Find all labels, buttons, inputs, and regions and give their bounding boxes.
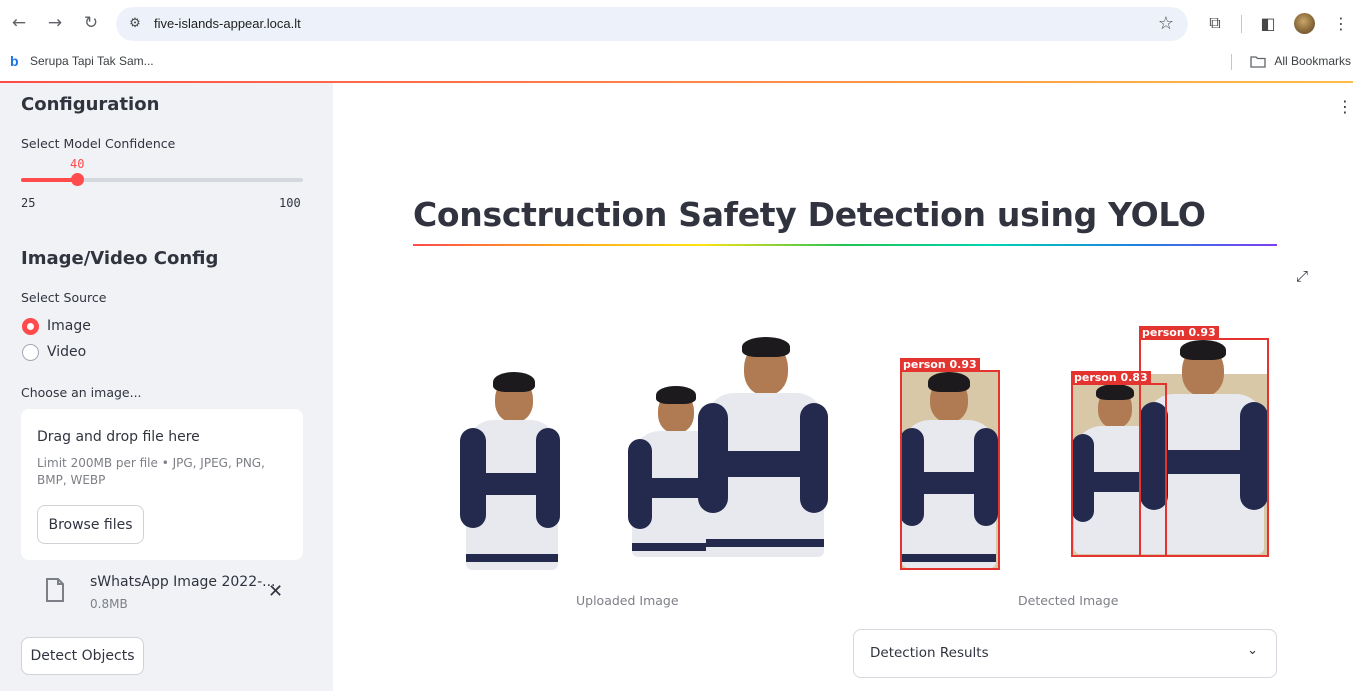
browser-toolbar: ← → ↻ ⚙ five-islands-appear.loca.lt ☆ ⧉ …: [0, 0, 1353, 47]
image-video-heading: Image/Video Config: [21, 248, 219, 269]
dropzone-limit: Limit 200MB per file • JPG, JPEG, PNG, B…: [37, 456, 265, 487]
title-divider: [413, 244, 1277, 246]
main-content: ⋮ Consctruction Safety Detection using Y…: [333, 83, 1353, 691]
detected-image-caption: Detected Image: [1018, 593, 1119, 608]
forward-icon[interactable]: →: [44, 12, 66, 34]
detection-label: person 0.93: [1139, 326, 1219, 339]
uploaded-image: [458, 333, 828, 573]
extensions-icon[interactable]: ⧉: [1204, 12, 1226, 34]
back-icon[interactable]: ←: [8, 12, 30, 34]
folder-icon: [1250, 55, 1266, 68]
bookmark-label: Serupa Tapi Tak Sam...: [30, 54, 154, 68]
slider-fill: [21, 178, 77, 182]
site-settings-icon[interactable]: ⚙: [126, 15, 144, 33]
radio-image-label[interactable]: Image: [47, 318, 91, 334]
bookmarks-bar: b Serupa Tapi Tak Sam... All Bookmarks: [0, 47, 1353, 81]
confidence-label: Select Model Confidence: [21, 136, 176, 151]
person-figure: [698, 333, 828, 558]
detection-box: [1139, 338, 1269, 557]
detection-box: [900, 370, 1000, 570]
person-figure: [458, 368, 568, 573]
expander-label: Detection Results: [870, 645, 989, 661]
url-text[interactable]: five-islands-appear.loca.lt: [154, 16, 301, 31]
fullscreen-icon[interactable]: ⤢: [1296, 267, 1308, 285]
choose-image-label: Choose an image...: [21, 385, 142, 400]
radio-video-label[interactable]: Video: [47, 344, 86, 360]
slider-max: 100: [279, 196, 301, 210]
all-bookmarks-label: All Bookmarks: [1274, 54, 1351, 68]
sidebar: Configuration Select Model Confidence 40…: [0, 83, 333, 691]
file-dropzone[interactable]: Drag and drop file here Limit 200MB per …: [21, 409, 303, 560]
configuration-heading: Configuration: [21, 94, 160, 115]
bookmark-star-icon[interactable]: ☆: [1158, 13, 1174, 34]
reload-icon[interactable]: ↻: [80, 12, 102, 34]
app-menu-icon[interactable]: ⋮: [1337, 97, 1353, 116]
chevron-down-icon: ⌄: [1247, 643, 1258, 658]
slider-thumb[interactable]: [71, 173, 84, 186]
bookmark-separator: [1231, 54, 1232, 70]
bookmark-item[interactable]: b Serupa Tapi Tak Sam...: [10, 54, 154, 68]
detected-image: person 0.93 person 0.83 person 0.93: [900, 326, 1270, 573]
page-title: Consctruction Safety Detection using YOL…: [413, 195, 1206, 234]
detection-results-expander[interactable]: Detection Results ⌄: [853, 629, 1277, 678]
detection-label: person 0.93: [900, 358, 980, 371]
all-bookmarks[interactable]: All Bookmarks: [1250, 54, 1351, 68]
profile-avatar[interactable]: [1294, 13, 1315, 34]
file-icon: [46, 578, 64, 602]
side-panel-icon[interactable]: ◧: [1257, 12, 1279, 34]
slider-min: 25: [21, 196, 36, 210]
browser-menu-icon[interactable]: ⋮: [1330, 12, 1352, 34]
bing-icon: b: [10, 53, 19, 69]
radio-image[interactable]: [22, 318, 39, 335]
uploaded-file-size: 0.8MB: [90, 597, 128, 611]
browse-files-button[interactable]: Browse files: [37, 505, 144, 544]
uploaded-image-caption: Uploaded Image: [576, 593, 679, 608]
address-bar[interactable]: ⚙ five-islands-appear.loca.lt ☆: [116, 7, 1188, 41]
uploaded-file-name: sWhatsApp Image 2022-...: [90, 574, 276, 590]
radio-video[interactable]: [22, 344, 39, 361]
dropzone-title: Drag and drop file here: [37, 429, 200, 445]
toolbar-divider: [1241, 15, 1242, 33]
remove-file-icon[interactable]: ✕: [268, 581, 283, 602]
detect-objects-button[interactable]: Detect Objects: [21, 637, 144, 675]
slider-value: 40: [70, 157, 85, 171]
source-label: Select Source: [21, 290, 107, 305]
confidence-slider[interactable]: [21, 173, 303, 186]
